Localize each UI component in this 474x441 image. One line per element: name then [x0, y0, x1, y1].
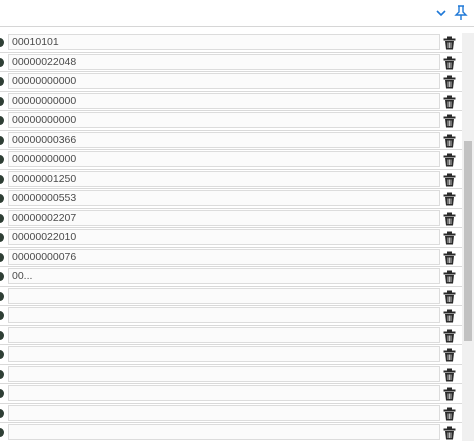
value-field[interactable]: 00000000076	[8, 248, 440, 265]
bullet-icon	[0, 272, 4, 281]
list-item: 00000000076	[0, 248, 462, 267]
bullet-icon	[0, 155, 4, 164]
trash-icon[interactable]	[443, 270, 457, 284]
list-panel: 00010101 00000022048 00000000000 0000000000…	[0, 26, 474, 441]
list-item	[0, 384, 462, 404]
list-item: 00000000366	[0, 131, 462, 150]
value-field[interactable]: 00000001250	[8, 170, 440, 187]
trash-icon[interactable]	[443, 329, 457, 343]
trash-icon[interactable]	[443, 251, 457, 265]
list-item	[0, 345, 462, 365]
trash-icon[interactable]	[443, 212, 457, 226]
list-item	[0, 326, 462, 345]
value-field[interactable]: 00000002207	[8, 209, 440, 226]
list-item: 00000000000	[0, 92, 462, 111]
list-item	[0, 287, 462, 306]
trash-icon[interactable]	[443, 290, 457, 304]
trash-icon[interactable]	[443, 309, 457, 323]
bullet-icon	[0, 330, 4, 340]
trash-icon[interactable]	[443, 407, 457, 421]
bullet-icon	[0, 428, 4, 437]
trash-icon[interactable]	[443, 75, 457, 89]
value-field[interactable]	[8, 385, 440, 401]
bullet-icon	[0, 194, 4, 203]
value-field[interactable]: 00000022010	[8, 229, 440, 245]
bullet-icon	[0, 213, 4, 223]
trash-icon[interactable]	[443, 153, 457, 167]
list-item: 00000022048	[0, 53, 462, 72]
bullet-icon	[0, 233, 4, 242]
value-field[interactable]: 00000000000	[8, 151, 440, 167]
list-item: 00...	[0, 267, 462, 287]
trash-icon[interactable]	[443, 231, 457, 245]
list-item	[0, 404, 462, 423]
list-item: 00000000000	[0, 150, 462, 170]
value-field[interactable]: 00000000000	[8, 73, 440, 89]
value-field[interactable]: 00000022048	[8, 53, 440, 70]
trash-icon[interactable]	[443, 426, 457, 440]
value-field[interactable]: 00000000000	[8, 92, 440, 109]
scrollbar-thumb[interactable]	[464, 141, 472, 341]
bullet-icon	[0, 116, 4, 125]
bullet-icon	[0, 135, 4, 145]
value-field[interactable]	[8, 404, 440, 421]
value-field[interactable]: 00000000366	[8, 131, 440, 148]
vertical-scrollbar[interactable]	[462, 33, 474, 441]
pin-icon[interactable]	[452, 4, 470, 22]
value-field[interactable]	[8, 346, 440, 362]
list-item: 00010101	[0, 33, 462, 53]
list-item: 00000002207	[0, 209, 462, 228]
list-item	[0, 306, 462, 326]
bullet-icon	[0, 389, 4, 398]
panel-toolbar	[0, 0, 474, 28]
list-item	[0, 423, 462, 441]
bullet-icon	[0, 291, 4, 301]
list-item: 00000000553	[0, 189, 462, 209]
bullet-icon	[0, 174, 4, 184]
bullet-icon	[0, 96, 4, 106]
trash-icon[interactable]	[443, 192, 457, 206]
bullet-icon	[0, 38, 4, 47]
bullet-icon	[0, 408, 4, 418]
trash-icon[interactable]	[443, 114, 457, 128]
item-list: 00010101 00000022048 00000000000 0000000000…	[0, 33, 462, 441]
list-item: 00000001250	[0, 170, 462, 189]
bullet-icon	[0, 311, 4, 320]
trash-icon[interactable]	[443, 95, 457, 109]
bullet-icon	[0, 252, 4, 262]
trash-icon[interactable]	[443, 368, 457, 382]
trash-icon[interactable]	[443, 56, 457, 70]
value-field[interactable]	[8, 326, 440, 343]
bullet-icon	[0, 57, 4, 67]
value-field[interactable]	[8, 365, 440, 382]
value-field[interactable]: 00000000553	[8, 190, 440, 206]
trash-icon[interactable]	[443, 134, 457, 148]
value-field[interactable]: 00010101	[8, 34, 440, 50]
list-item: 00000022010	[0, 228, 462, 248]
list-item: 00000000000	[0, 111, 462, 131]
chevron-down-icon[interactable]	[432, 4, 450, 22]
list-item: 00000000000	[0, 72, 462, 92]
trash-icon[interactable]	[443, 387, 457, 401]
value-field[interactable]: 00000000000	[8, 112, 440, 128]
value-field[interactable]	[8, 287, 440, 304]
trash-icon[interactable]	[443, 173, 457, 187]
bullet-icon	[0, 77, 4, 86]
list-item	[0, 365, 462, 384]
value-field[interactable]	[8, 307, 440, 323]
bullet-icon	[0, 369, 4, 379]
value-field[interactable]: 00...	[8, 268, 440, 284]
trash-icon[interactable]	[443, 36, 457, 50]
bullet-icon	[0, 350, 4, 359]
trash-icon[interactable]	[443, 348, 457, 362]
value-field[interactable]	[8, 424, 440, 440]
